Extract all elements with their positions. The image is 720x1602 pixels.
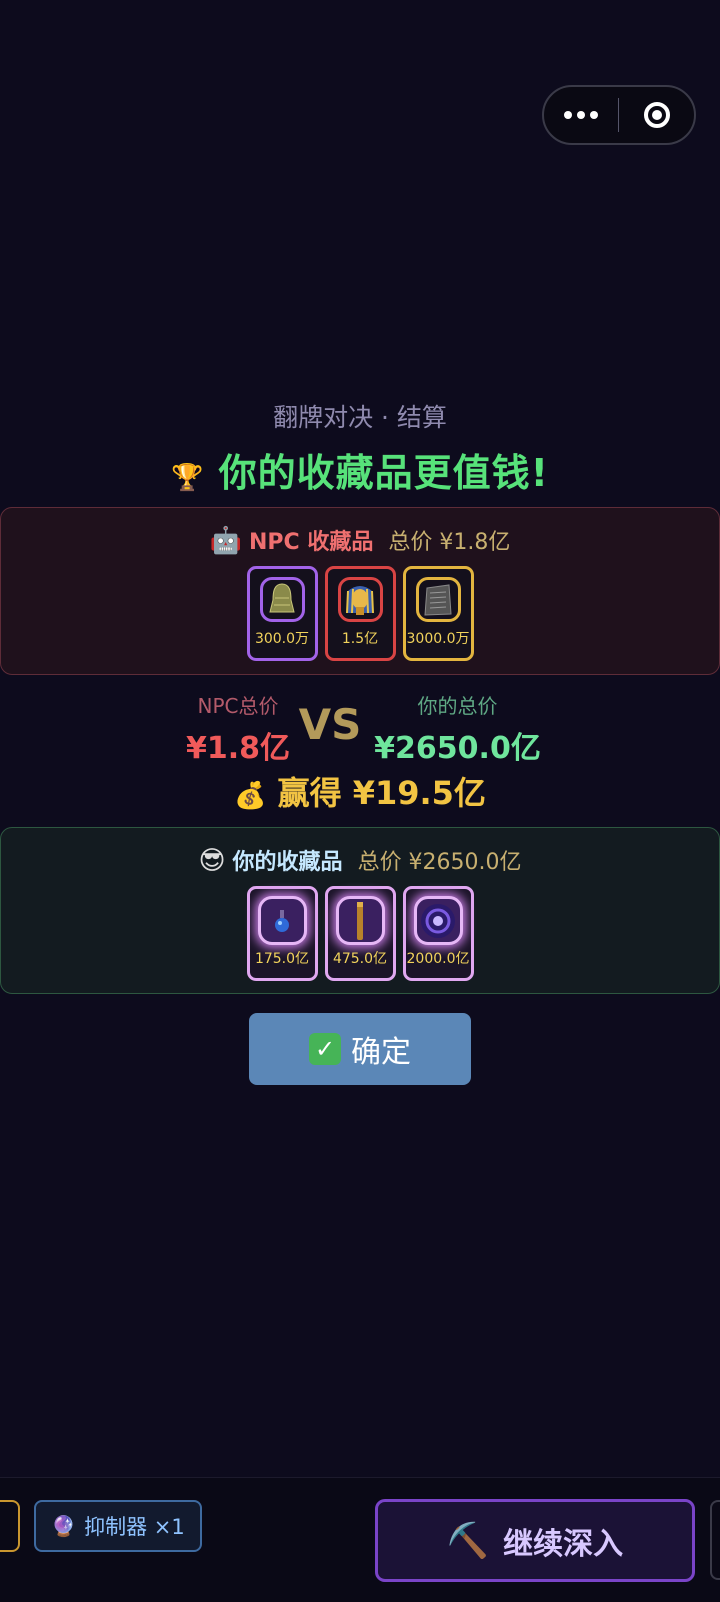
my-total-block: 你的总价 ¥2650.0亿 <box>370 690 545 767</box>
bottom-bar: 🔮 抑制器 ×1 ⛏️ 继续深入 <box>0 1477 720 1602</box>
npc-card[interactable]: 3000.0万 <box>402 566 474 661</box>
npc-card-row: 300.0万 1.5亿 3000.0万 <box>1 566 719 661</box>
card-value: 300.0万 <box>254 631 310 647</box>
npc-total-value: ¥1.8亿 <box>185 731 291 766</box>
sunglasses-face-icon: 😎 <box>198 846 226 876</box>
continue-label: 继续深入 <box>503 1526 624 1562</box>
staff-icon <box>335 896 385 945</box>
card-value: 175.0亿 <box>254 951 310 967</box>
trophy-icon: 🏆 <box>171 463 205 493</box>
potion-icon <box>257 896 307 945</box>
my-total-label: 你的总价 <box>417 694 498 718</box>
golden-mask-icon <box>337 577 383 622</box>
target-icon <box>643 102 670 128</box>
headline-text: 你的收藏品更值钱! <box>218 451 549 495</box>
card-value: 2000.0亿 <box>406 951 470 967</box>
result-subtitle: 翻牌对决 · 结算 <box>273 403 447 432</box>
more-menu-icon[interactable] <box>544 111 618 119</box>
money-bag-icon: 💰 <box>234 781 267 811</box>
npc-total-label: NPC总价 <box>197 694 279 718</box>
npc-panel-label: NPC 收藏品 <box>249 530 374 555</box>
my-panel-label: 你的收藏品 <box>232 850 343 875</box>
card-value: 3000.0万 <box>406 631 470 647</box>
npc-total-block: NPC总价 ¥1.8亿 <box>178 690 298 767</box>
my-panel-total: 总价 ¥2650.0亿 <box>357 850 522 875</box>
continue-deeper-button[interactable]: ⛏️ 继续深入 <box>375 1499 695 1582</box>
partial-item-chip[interactable] <box>0 1500 20 1552</box>
close-mini-program-button[interactable] <box>619 102 694 128</box>
winnings-text: 赢得 ¥19.5亿 <box>277 774 486 812</box>
my-card[interactable]: 475.0亿 <box>324 886 396 981</box>
npc-card[interactable]: 300.0万 <box>246 566 318 661</box>
npc-panel-title: 🤖 NPC 收藏品 总价 ¥1.8亿 <box>1 524 719 556</box>
my-panel-title: 😎 你的收藏品 总价 ¥2650.0亿 <box>1 844 719 876</box>
check-icon: ✓ <box>309 1033 341 1065</box>
my-card[interactable]: 2000.0亿 <box>402 886 474 981</box>
my-collection-panel: 😎 你的收藏品 总价 ¥2650.0亿 175.0亿 475.0亿 2000.0… <box>0 827 720 994</box>
my-card-row: 175.0亿 475.0亿 2000.0亿 <box>1 886 719 981</box>
suppressor-item-chip[interactable]: 🔮 抑制器 ×1 <box>34 1500 202 1552</box>
confirm-button[interactable]: ✓ 确定 <box>249 1013 471 1085</box>
stone-tablet-icon <box>415 577 461 622</box>
npc-panel-total: 总价 ¥1.8亿 <box>388 530 511 555</box>
vortex-orb-icon <box>413 896 463 945</box>
result-headline: 🏆 你的收藏品更值钱! <box>0 442 720 497</box>
my-card[interactable]: 175.0亿 <box>246 886 318 981</box>
pickaxe-icon: ⛏️ <box>446 1520 490 1561</box>
confirm-label: 确定 <box>351 1035 411 1070</box>
card-value: 1.5亿 <box>341 631 379 647</box>
partial-right-button[interactable] <box>710 1500 720 1580</box>
winnings: 💰 赢得 ¥19.5亿 <box>0 768 720 814</box>
value-comparison: NPC总价 ¥1.8亿 VS 你的总价 ¥2650.0亿 <box>0 690 720 766</box>
npc-collection-panel: 🤖 NPC 收藏品 总价 ¥1.8亿 300.0万 1.5亿 3000.0万 <box>0 507 720 675</box>
card-value: 475.0亿 <box>332 951 388 967</box>
mini-program-capsule <box>542 85 696 145</box>
suppressor-label: 抑制器 ×1 <box>84 1515 185 1539</box>
npc-card[interactable]: 1.5亿 <box>324 566 396 661</box>
vs-label: VS <box>298 700 362 749</box>
bell-icon <box>259 577 305 622</box>
my-total-value: ¥2650.0亿 <box>374 731 541 766</box>
crystal-ball-icon: 🔮 <box>51 1514 77 1538</box>
robot-icon: 🤖 <box>209 526 243 556</box>
